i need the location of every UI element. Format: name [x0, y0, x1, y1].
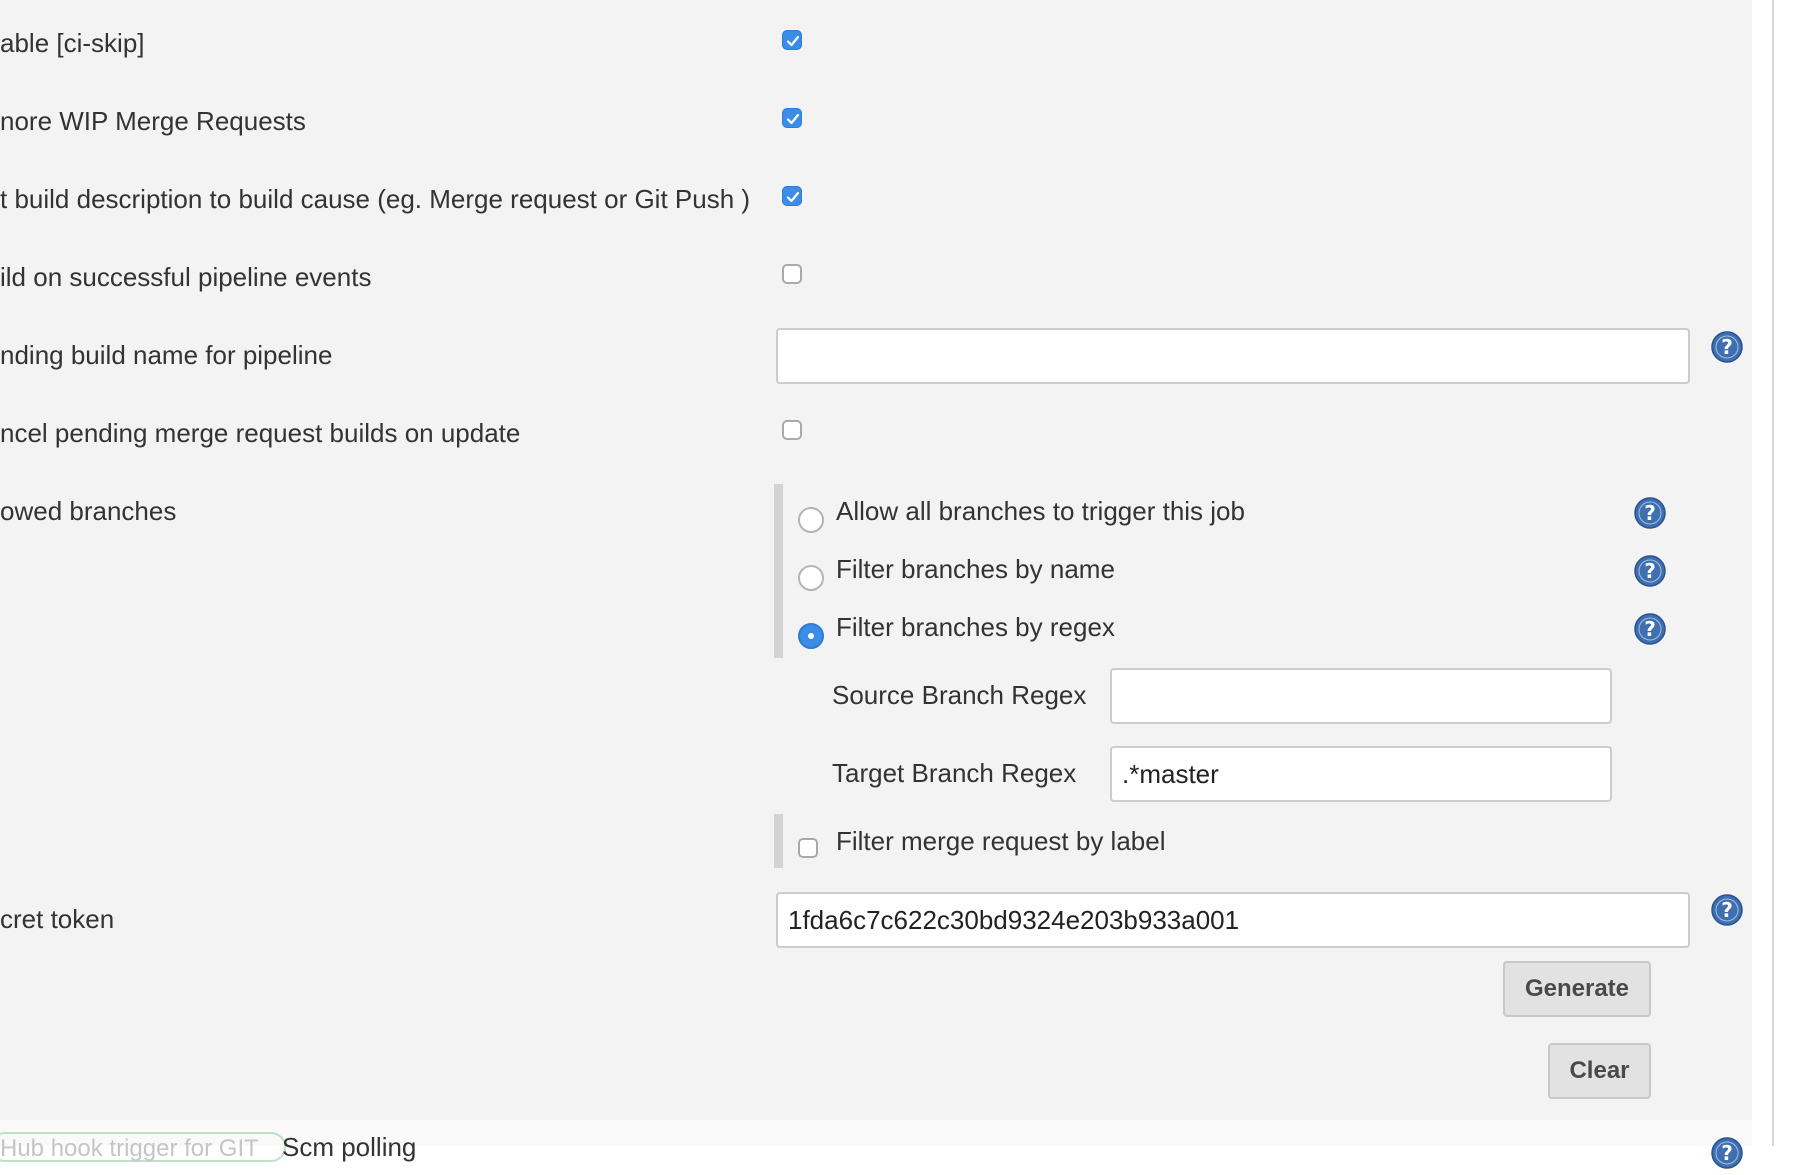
help-icon[interactable]: ?	[1633, 612, 1667, 646]
help-icon[interactable]: ?	[1633, 496, 1667, 530]
svg-text:?: ?	[1721, 1141, 1733, 1165]
radio-group-bar	[774, 484, 783, 658]
target-branch-regex-input[interactable]: .*master	[1110, 746, 1612, 802]
help-icon[interactable]: ?	[1710, 1136, 1744, 1170]
filter-by-label-label: Filter merge request by label	[836, 826, 1166, 856]
ignore-wip-label: nore WIP Merge Requests	[0, 106, 306, 136]
checkmark-icon	[786, 35, 800, 47]
source-branch-regex-label: Source Branch Regex	[832, 680, 1087, 710]
filter-by-name-radio[interactable]	[798, 565, 824, 591]
filter-by-regex-label: Filter branches by regex	[836, 612, 1115, 642]
pipeline-events-checkbox[interactable]	[782, 264, 802, 284]
pipeline-events-label: ild on successful pipeline events	[0, 262, 372, 292]
checkmark-icon	[786, 191, 800, 203]
svg-text:?: ?	[1644, 617, 1656, 641]
target-branch-regex-label: Target Branch Regex	[832, 758, 1077, 788]
scm-polling-label: Scm polling	[282, 1132, 417, 1162]
help-icon[interactable]: ?	[1710, 330, 1744, 364]
secret-token-label: cret token	[0, 904, 115, 934]
svg-text:?: ?	[1644, 501, 1656, 525]
filter-by-label-checkbox[interactable]	[798, 838, 818, 858]
help-icon[interactable]: ?	[1633, 554, 1667, 588]
ignore-wip-checkbox[interactable]	[782, 108, 802, 128]
pending-build-name-label: nding build name for pipeline	[0, 340, 333, 370]
filter-by-name-label: Filter branches by name	[836, 554, 1115, 584]
ci-skip-checkbox[interactable]	[782, 30, 802, 50]
panel-border	[1772, 0, 1774, 1146]
generate-button[interactable]: Generate	[1503, 961, 1651, 1017]
checkmark-icon	[786, 113, 800, 125]
pending-build-name-input[interactable]	[776, 328, 1690, 384]
filter-by-regex-radio[interactable]	[798, 623, 824, 649]
build-description-checkbox[interactable]	[782, 186, 802, 206]
github-hook-trigger-label: Hub hook trigger for GIT	[0, 1135, 259, 1162]
source-branch-regex-input[interactable]	[1110, 668, 1612, 724]
allow-all-branches-radio[interactable]	[798, 507, 824, 533]
help-icon[interactable]: ?	[1710, 893, 1744, 927]
svg-text:?: ?	[1721, 335, 1733, 359]
secret-token-input[interactable]: 1fda6c7c622c30bd9324e203b933a001	[776, 892, 1690, 948]
allow-all-branches-label: Allow all branches to trigger this job	[836, 496, 1245, 526]
label-filter-bar	[774, 814, 783, 868]
svg-text:?: ?	[1644, 559, 1656, 583]
svg-text:?: ?	[1721, 898, 1733, 922]
ci-skip-label: able [ci-skip]	[0, 28, 145, 58]
clear-button[interactable]: Clear	[1548, 1043, 1651, 1099]
cancel-pending-checkbox[interactable]	[782, 420, 802, 440]
cancel-pending-label: ncel pending merge request builds on upd…	[0, 418, 521, 448]
allowed-branches-label: owed branches	[0, 496, 177, 526]
build-description-label: t build description to build cause (eg. …	[0, 184, 751, 214]
